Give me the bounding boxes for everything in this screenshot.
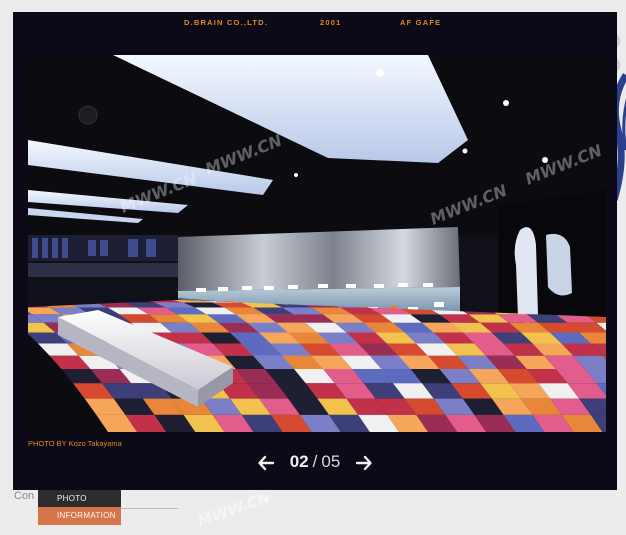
arrow-left-icon [258, 455, 275, 470]
prev-button[interactable] [257, 454, 275, 472]
company-name: D.BRAIN CO.,LTD. [184, 18, 269, 27]
menu-photo[interactable]: PHOTO [38, 490, 121, 507]
page-separator: / [312, 452, 318, 471]
total-pages: 05 [321, 452, 341, 471]
main-photo: MWW.CN MWW.CN MWW.CN MWW.CN [28, 55, 606, 432]
store-interior-photo: MWW.CN MWW.CN MWW.CN MWW.CN [28, 55, 606, 432]
menu-information[interactable]: INFORMATION [38, 507, 121, 525]
watermark: MWW.CN [195, 495, 273, 531]
arrow-right-icon [355, 455, 372, 470]
project-year: 2001 [320, 18, 342, 27]
project-name: AF GAFE [400, 18, 442, 27]
next-button[interactable] [355, 454, 373, 472]
page-watermark: MWW.CN [195, 495, 273, 531]
content-label-fragment: Con [14, 490, 35, 502]
photo-viewer: D.BRAIN CO.,LTD. 2001 AF GAFE MWW.CN MWW… [13, 12, 617, 490]
pager: 02/05 [13, 450, 617, 474]
photo-credit: PHOTO BY Kozo Takayama [28, 439, 122, 448]
viewer-header: D.BRAIN CO.,LTD. 2001 AF GAFE [13, 18, 617, 32]
current-page: 02 [289, 452, 309, 471]
